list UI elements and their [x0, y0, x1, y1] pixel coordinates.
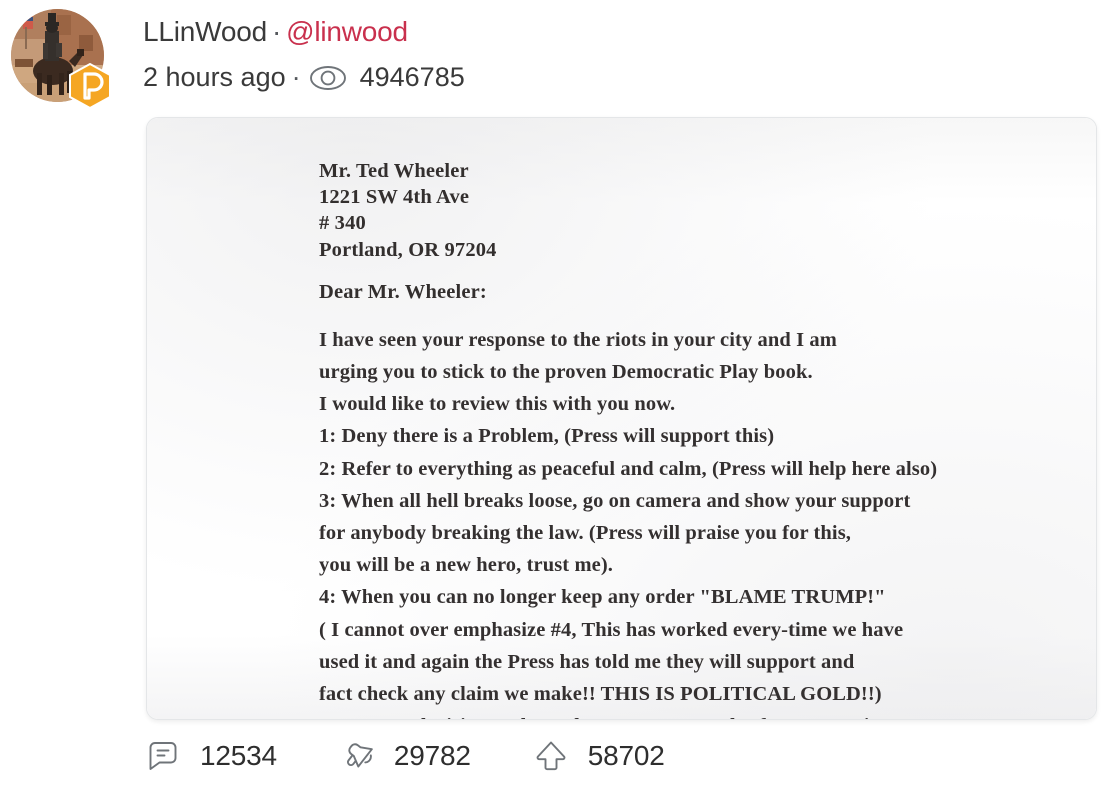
letter-body-line: I have seen your response to the riots i…: [319, 328, 837, 351]
letter-body-line: 2: Refer to everything as peaceful and c…: [319, 457, 938, 480]
eye-icon: [308, 65, 348, 91]
letter-address-line: Portland, OR 97204: [319, 238, 497, 261]
upvote-action[interactable]: 58702: [531, 736, 665, 776]
timestamp: 2 hours ago: [143, 62, 286, 92]
meta-separator: ·: [291, 62, 301, 92]
letter-body-line: fact check any claim we make!! THIS IS P…: [319, 683, 882, 706]
letter-address-line: 1221 SW 4th Ave: [319, 186, 470, 209]
upvote-icon[interactable]: [531, 736, 571, 776]
letter-body-line: you will be a new hero, trust me).: [319, 554, 613, 577]
letter-body-line: 1: Deny there is a Problem, (Press will …: [319, 425, 775, 448]
letter-body-line: used it and again the Press has told me …: [319, 650, 855, 673]
echo-count: 29782: [393, 740, 471, 771]
parler-badge-icon: [68, 63, 112, 109]
echo-action[interactable]: 29782: [337, 736, 471, 776]
name-separator: ·: [271, 16, 282, 47]
letter-body: I have seen your response to the riots i…: [319, 324, 1079, 719]
author-name-row: LLinWood · @linwood: [143, 12, 943, 52]
letter-body-line: 4: When you can no longer keep any order…: [319, 586, 886, 609]
post-action-bar: 12534 29782 58702: [143, 730, 665, 782]
letter-salutation: Dear Mr. Wheeler:: [319, 280, 487, 303]
comment-icon[interactable]: [143, 736, 183, 776]
letter-body-line: 5: Go on Television and Condemn TRUMP an…: [319, 710, 1079, 719]
letter-body-line: ( I cannot over emphasize #4, This has w…: [319, 618, 904, 641]
post-media-card[interactable]: Mr. Ted Wheeler 1221 SW 4th Ave # 340 Po…: [146, 117, 1097, 720]
parler-post: LLinWood · @linwood 2 hours ago · 4946785 …: [0, 0, 1118, 786]
letter-body-line: urging you to stick to the proven Democr…: [319, 361, 813, 384]
comment-count: 12534: [200, 740, 277, 771]
letter-content: Mr. Ted Wheeler 1221 SW 4th Ave # 340 Po…: [319, 158, 1079, 719]
letter-address-line: Mr. Ted Wheeler: [319, 160, 469, 182]
author-handle[interactable]: @linwood: [286, 16, 408, 47]
comment-action[interactable]: 12534: [143, 736, 277, 776]
letter-photo: Mr. Ted Wheeler 1221 SW 4th Ave # 340 Po…: [147, 118, 1096, 719]
avatar[interactable]: [11, 9, 111, 109]
letter-body-line: for anybody breaking the law. (Press wil…: [319, 522, 852, 545]
echo-icon[interactable]: [337, 736, 377, 776]
post-meta-row: 2 hours ago · 4946785: [143, 58, 943, 96]
post-header: LLinWood · @linwood 2 hours ago · 4946785: [0, 0, 1118, 112]
post-author-info: LLinWood · @linwood 2 hours ago · 4946785: [143, 12, 943, 96]
letter-body-line: 3: When all hell breaks loose, go on cam…: [319, 489, 911, 512]
view-count: 4946785: [359, 62, 465, 92]
letter-address-line: # 340: [319, 212, 366, 235]
display-name[interactable]: LLinWood: [143, 16, 267, 47]
letter-body-line: I would like to review this with you now…: [319, 393, 676, 416]
upvote-count: 58702: [587, 740, 665, 771]
